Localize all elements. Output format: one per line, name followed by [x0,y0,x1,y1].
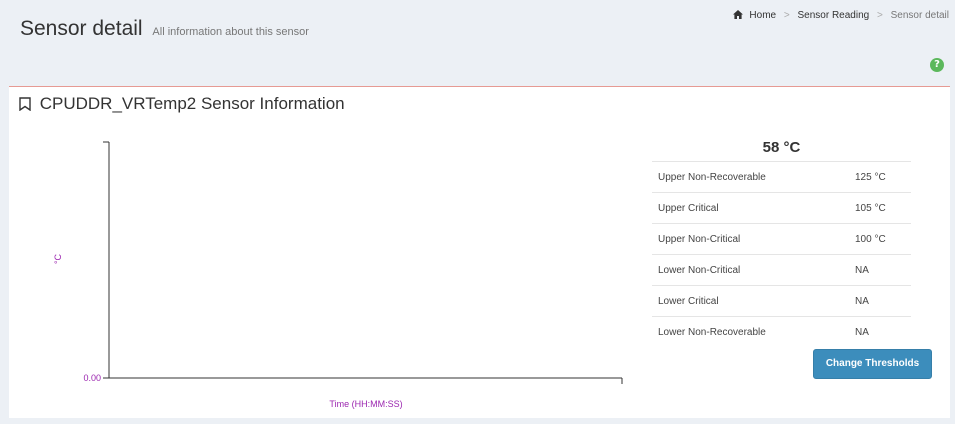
threshold-label: Upper Non-Recoverable [652,161,849,193]
threshold-row: Upper Critical 105 °C [652,192,911,224]
threshold-value: NA [849,285,911,317]
threshold-row: Lower Non-Critical NA [652,254,911,286]
breadcrumb-sensor-reading[interactable]: Sensor Reading [798,10,870,21]
threshold-row: Lower Non-Recoverable NA [652,316,911,347]
breadcrumb-home[interactable]: Home [749,10,776,21]
y-axis-label: °C [53,253,63,264]
threshold-value: 125 °C [849,161,911,193]
thresholds-table: Upper Non-Recoverable 125 °C Upper Criti… [652,161,911,347]
threshold-row: Upper Non-Recoverable 125 °C [652,161,911,193]
threshold-value: NA [849,254,911,286]
page-subtitle: All information about this sensor [152,26,309,38]
toolbar: ? [9,44,950,88]
page-title: Sensor detail All information about this… [20,17,309,41]
current-reading: 58 °C [762,139,801,156]
threshold-label: Lower Critical [652,285,849,317]
page-title-text: Sensor detail [20,17,143,40]
content-header: Sensor detail All information about this… [0,0,955,44]
threshold-label: Upper Non-Critical [652,223,849,255]
breadcrumb: Home > Sensor Reading > Sensor detail [732,10,949,22]
sensor-chart: 0.00 °C Time (HH:MM:SS) [53,141,623,409]
y-tick-label-0: 0.00 [83,373,101,383]
threshold-label: Lower Non-Recoverable [652,316,849,347]
breadcrumb-sensor-detail: Sensor detail [890,10,949,21]
threshold-value: 100 °C [849,223,911,255]
sensor-info-box: CPUDDR_VRTemp2 Sensor Information 0.00 °… [9,87,950,418]
threshold-label: Lower Non-Critical [652,254,849,286]
threshold-row: Lower Critical NA [652,285,911,317]
breadcrumb-separator: > [783,10,790,21]
threshold-row: Upper Non-Critical 100 °C [652,223,911,255]
threshold-value: 105 °C [849,192,911,224]
change-thresholds-button[interactable]: Change Thresholds [813,349,932,379]
breadcrumb-separator: > [877,10,883,21]
threshold-value: NA [849,316,911,347]
help-icon[interactable]: ? [930,58,944,72]
threshold-label: Upper Critical [652,192,849,224]
home-icon[interactable] [732,10,743,22]
x-axis-label: Time (HH:MM:SS) [329,399,402,409]
